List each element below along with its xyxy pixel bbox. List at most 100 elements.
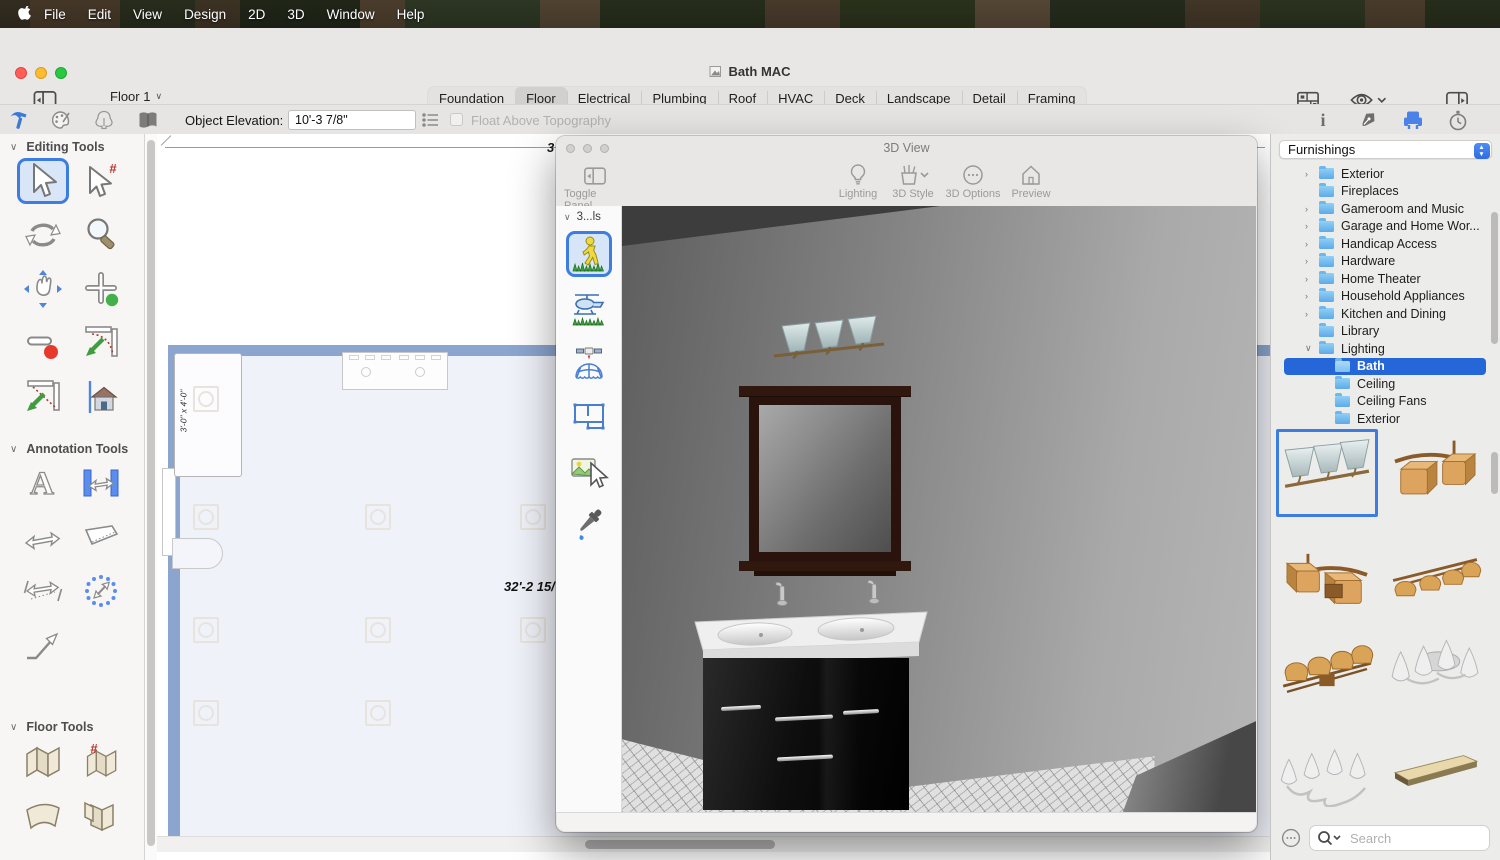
apple-icon[interactable] [18,6,33,23]
ceiling-light-symbol[interactable] [193,504,219,530]
build-hammer-icon[interactable] [8,109,30,131]
chevron-down-icon[interactable]: ∨ [1305,343,1319,354]
tree-item-gameroom[interactable]: ›Gameroom and Music [1271,200,1500,218]
tree-item-garage[interactable]: ›Garage and Home Wor... [1271,218,1500,236]
tool-zoom[interactable] [75,212,127,258]
tree-item-bath-selected[interactable]: Bath [1284,358,1486,376]
chevron-right-icon[interactable]: › [1305,309,1319,319]
thumbnail-vanity-light-4-white-cluster[interactable] [1384,625,1486,713]
shower-enclosure[interactable]: 3'-0" x 4'-0" [174,353,242,477]
tree-item-exterior[interactable]: ›Exterior [1271,165,1500,183]
tool-render-select[interactable] [566,447,612,493]
tool-orbit-camera[interactable] [566,339,612,385]
chevron-right-icon[interactable]: › [1305,239,1319,249]
tree-item-hardware[interactable]: ›Hardware [1271,253,1500,271]
vanity-plan-symbol[interactable] [342,352,448,390]
ceiling-light-symbol[interactable] [193,700,219,726]
tool-chamfer[interactable] [17,374,69,420]
thumbnail-vanity-light-4-amber-domes[interactable] [1276,625,1378,713]
tub-plan-symbol[interactable] [172,538,223,569]
tool-eyedropper[interactable] [566,501,612,547]
tree-item-fireplaces[interactable]: Fireplaces [1271,183,1500,201]
tree-item-handicap[interactable]: ›Handicap Access [1271,235,1500,253]
ceiling-light-symbol[interactable] [193,386,219,412]
tool-add[interactable] [75,266,127,312]
tool-rotate[interactable] [17,212,69,258]
vanity-light-3d[interactable] [768,314,890,369]
floor-select[interactable]: Floor 1 ∨ [110,89,162,104]
section-annotation-tools[interactable]: ∨ Annotation Tools [0,436,144,460]
tool-insert-floor-by-number[interactable]: # [75,738,127,784]
tool-interior-dimension[interactable] [75,460,127,506]
menu-help[interactable]: Help [386,7,436,22]
library-category-select[interactable]: Furnishings ▲▼ [1279,140,1492,159]
tool-delete[interactable] [17,320,69,366]
menu-file[interactable]: File [33,7,77,22]
menu-window[interactable]: Window [316,7,386,22]
list-options-icon[interactable] [422,112,439,128]
canvas-horizontal-scrollbar[interactable] [157,836,1270,852]
menu-2d[interactable]: 2D [237,7,276,22]
chevron-right-icon[interactable]: › [1305,274,1319,284]
tool-build-new-floor[interactable] [17,738,69,784]
tool-angular-dimension[interactable] [75,514,127,560]
info-icon[interactable]: i [1312,109,1334,131]
tool-end-to-end-dimension[interactable] [17,514,69,560]
ceiling-light-symbol[interactable] [365,617,391,643]
tree-item-home-theater[interactable]: ›Home Theater [1271,270,1500,288]
ceiling-light-symbol[interactable] [193,617,219,643]
pen-nib-icon[interactable] [1357,109,1379,131]
float-above-topography-checkbox[interactable] [450,113,463,126]
tool-reference-floor[interactable] [17,792,69,838]
chevron-right-icon[interactable]: › [1305,169,1319,179]
lighting-button[interactable]: Lighting [834,162,882,200]
tool-auto-dimension[interactable] [75,568,127,614]
library-book-icon[interactable] [137,109,159,131]
menu-view[interactable]: View [122,7,173,22]
furnishings-chair-icon[interactable] [1402,109,1424,131]
filter-options-icon[interactable] [1281,828,1301,848]
object-elevation-input[interactable] [288,110,416,130]
tool-text[interactable]: A [17,460,69,506]
preview-button[interactable]: Preview [1006,162,1056,200]
thumbnail-vanity-light-4-dome-shades[interactable] [1384,527,1486,615]
mirror-3d[interactable] [744,386,906,576]
tree-item-household-appliances[interactable]: ›Household Appliances [1271,288,1500,306]
tool-select-by-number[interactable]: # [75,158,127,204]
tool-flyover[interactable] [566,285,612,331]
thumbnail-vanity-light-3-frosted-cones[interactable] [1276,429,1378,517]
3d-view-window[interactable]: 3D View Toggle Panel Lighting 3D Style 3… [556,136,1257,832]
plant-tree-icon[interactable] [93,109,115,131]
section-editing-tools[interactable]: ∨ Editing Tools [0,134,144,158]
palette-icon[interactable] [50,109,72,131]
menu-edit[interactable]: Edit [77,7,122,22]
ceiling-light-symbol[interactable] [365,504,391,530]
palette-scrollbar-thumb[interactable] [147,140,155,846]
tree-item-ceiling-fans[interactable]: Ceiling Fans [1271,393,1500,411]
tool-leader-line[interactable] [17,622,69,668]
vanity-cabinet-3d[interactable] [703,658,909,810]
thumbnail-linear-strip-light[interactable] [1384,723,1486,811]
3d-style-button[interactable]: 3D Style [887,162,939,200]
canvas-hscroll-thumb[interactable] [585,840,775,849]
3d-viewport[interactable] [622,206,1256,812]
tool-pan[interactable] [17,266,69,312]
tool-walkthrough[interactable] [566,231,612,277]
tool-fillet[interactable] [75,320,127,366]
stopwatch-icon[interactable] [1447,109,1469,131]
tool-plan-view[interactable] [566,393,612,439]
thumbnails-scrollbar-thumb[interactable] [1491,452,1498,494]
tree-item-kitchen-dining[interactable]: ›Kitchen and Dining [1271,305,1500,323]
thumbnail-vanity-light-2-square-shades[interactable] [1384,429,1486,517]
section-floor-tools[interactable]: ∨ Floor Tools [0,714,144,738]
tool-select-objects[interactable] [17,158,69,204]
3d-tools-header[interactable]: ∨ 3...ls [556,206,621,223]
thumbnail-vanity-light-4-white-shades[interactable] [1276,723,1378,811]
menu-3d[interactable]: 3D [276,7,315,22]
tree-item-exterior-sub[interactable]: Exterior [1271,410,1500,427]
tree-scrollbar-thumb[interactable] [1491,212,1498,344]
tool-reference-house[interactable] [75,374,127,420]
ceiling-light-symbol[interactable] [365,700,391,726]
thumbnail-vanity-light-2-square-shades-b[interactable] [1276,527,1378,615]
chevron-right-icon[interactable]: › [1305,221,1319,231]
